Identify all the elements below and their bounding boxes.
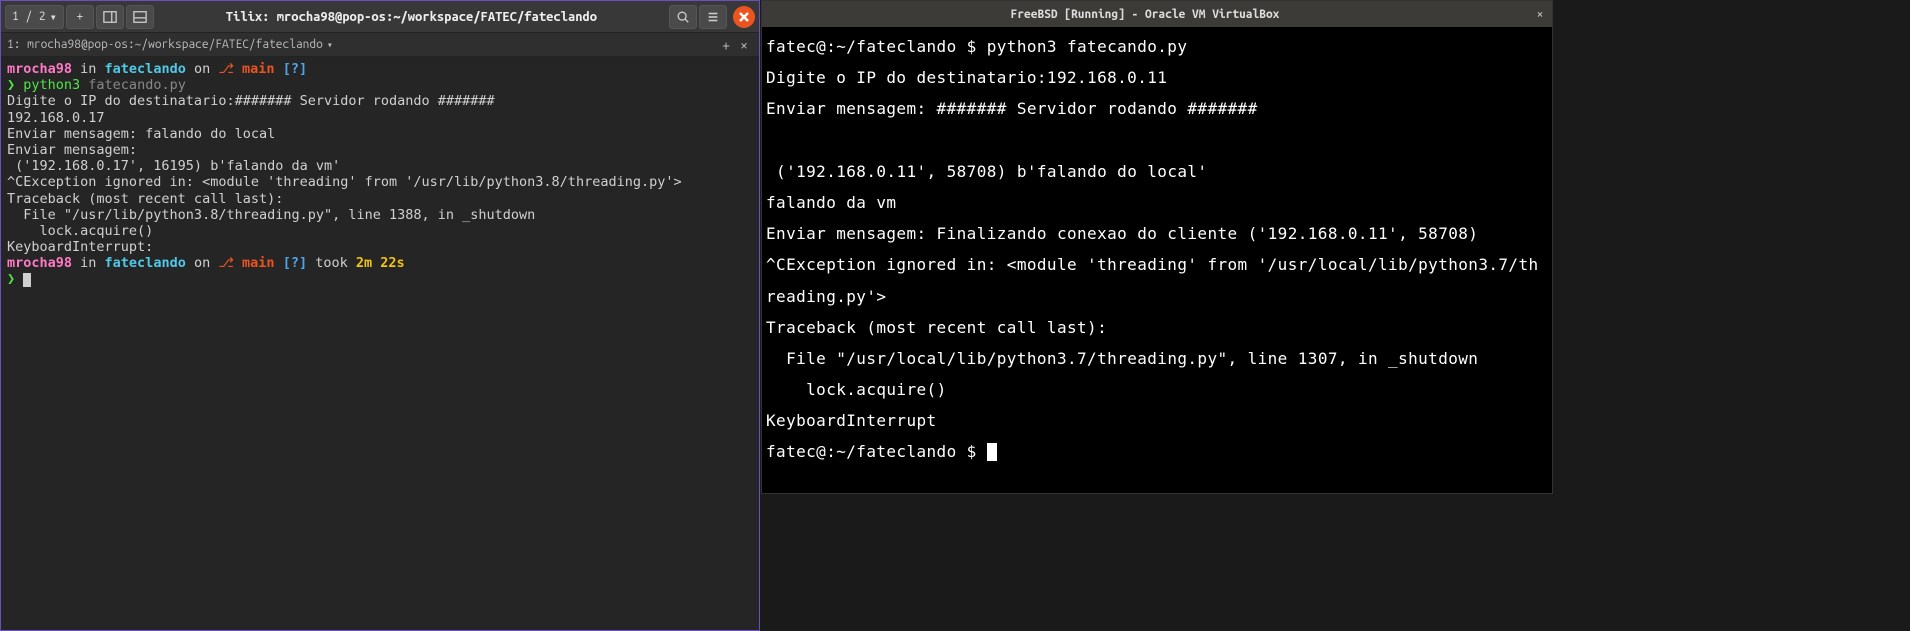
vbox-close-button[interactable]: × — [1528, 2, 1552, 26]
plus-icon: + — [76, 10, 83, 23]
tab-indicator-button[interactable]: 1 / 2 ▾ — [5, 5, 64, 29]
session-add-button[interactable]: + — [717, 37, 735, 53]
prompt-dir: fateclando — [105, 61, 186, 77]
prompt-dir: fateclando — [105, 255, 186, 271]
tilix-window: 1 / 2 ▾ + Tilix: mrocha98@pop-os:~/works… — [0, 0, 760, 631]
prompt-caret: ❯ — [7, 271, 23, 287]
cmd-python3: python3 — [23, 77, 88, 93]
titlebar-left-group: 1 / 2 ▾ + — [5, 5, 154, 29]
vbox-line: Digite o IP do destinatario:192.168.0.11 — [766, 68, 1167, 87]
vbox-line: fatec@:~/fateclando $ python3 fatecando.… — [766, 37, 1187, 56]
vbox-line: lock.acquire() — [766, 380, 947, 399]
vbox-titlebar: FreeBSD [Running] - Oracle VM VirtualBox… — [762, 1, 1552, 27]
prompt-caret: ❯ — [7, 77, 23, 93]
vbox-line: KeyboardInterrupt — [766, 411, 937, 430]
prompt-on: on — [186, 61, 219, 77]
program-output: Digite o IP do destinatario:####### Serv… — [7, 93, 682, 255]
terminal-output[interactable]: mrocha98 in fateclando on ⎇ main [?] ❯ p… — [1, 57, 759, 630]
tilix-titlebar: 1 / 2 ▾ + Tilix: mrocha98@pop-os:~/works… — [1, 1, 759, 33]
close-window-button[interactable] — [733, 6, 755, 28]
chevron-down-icon: ▾ — [327, 39, 333, 51]
search-button[interactable] — [669, 5, 697, 29]
cursor — [987, 443, 997, 461]
prompt-duration: 2m 22s — [356, 255, 405, 271]
git-branch-icon: ⎇ — [218, 61, 234, 77]
session-close-button[interactable]: × — [735, 37, 753, 53]
right-column: FreeBSD [Running] - Oracle VM VirtualBox… — [760, 0, 1553, 631]
vbox-line: ^CException ignored in: <module 'threadi… — [766, 255, 1539, 305]
tab-indicator-label: 1 / 2 — [12, 10, 46, 23]
add-session-button[interactable]: + — [66, 5, 94, 29]
session-tab[interactable]: 1: mrocha98@pop-os:~/workspace/FATEC/fat… — [7, 38, 717, 51]
vbox-line: ('192.168.0.11', 58708) b'falando do loc… — [766, 162, 1207, 181]
vbox-line: Enviar mensagem: Finalizando conexao do … — [766, 224, 1478, 243]
prompt-git-flag: [?] — [283, 61, 307, 77]
prompt-in: in — [72, 255, 105, 271]
vbox-line: Enviar mensagem: ####### Servidor rodand… — [766, 99, 1258, 118]
prompt-user: mrocha98 — [7, 255, 72, 271]
search-icon — [676, 10, 690, 24]
split-right-button[interactable] — [96, 5, 124, 29]
prompt-took: took — [307, 255, 356, 271]
chevron-down-icon: ▾ — [50, 10, 57, 24]
hamburger-menu-button[interactable] — [699, 5, 727, 29]
prompt-branch: main — [234, 255, 283, 271]
prompt-user: mrocha98 — [7, 61, 72, 77]
prompt-branch: main — [234, 61, 283, 77]
vbox-line: falando da vm — [766, 193, 896, 212]
git-branch-icon: ⎇ — [218, 255, 234, 271]
hamburger-icon — [706, 10, 720, 24]
vbox-title: FreeBSD [Running] - Oracle VM VirtualBox — [762, 8, 1528, 21]
virtualbox-window: FreeBSD [Running] - Oracle VM VirtualBox… — [761, 0, 1553, 494]
titlebar-right-group — [669, 5, 755, 29]
desktop-background — [760, 494, 1553, 631]
split-right-icon — [103, 10, 117, 24]
close-icon — [739, 12, 749, 22]
prompt-on: on — [186, 255, 219, 271]
cursor — [23, 273, 31, 287]
split-down-icon — [133, 10, 147, 24]
session-label-text: 1: mrocha98@pop-os:~/workspace/FATEC/fat… — [7, 38, 323, 51]
vbox-line: fatec@:~/fateclando $ — [766, 442, 987, 461]
desktop-background — [1553, 0, 1910, 631]
prompt-in: in — [72, 61, 105, 77]
split-down-button[interactable] — [126, 5, 154, 29]
vbox-terminal-output[interactable]: fatec@:~/fateclando $ python3 fatecando.… — [762, 27, 1552, 493]
window-title: Tilix: mrocha98@pop-os:~/workspace/FATEC… — [154, 10, 669, 24]
prompt-git-flag: [?] — [283, 255, 307, 271]
session-bar: 1: mrocha98@pop-os:~/workspace/FATEC/fat… — [1, 33, 759, 57]
vbox-line: File "/usr/local/lib/python3.7/threading… — [766, 349, 1478, 368]
vbox-line: Traceback (most recent call last): — [766, 318, 1107, 337]
cmd-script: fatecando.py — [88, 77, 186, 93]
